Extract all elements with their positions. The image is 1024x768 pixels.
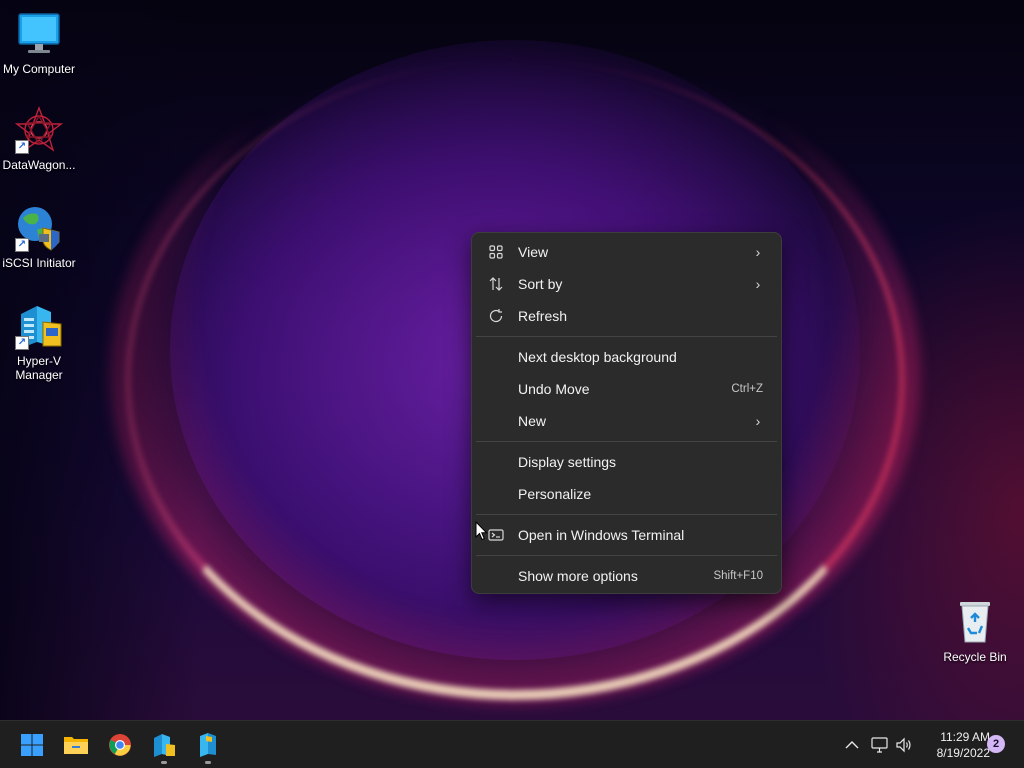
clock-time: 11:29 AM [940, 730, 990, 744]
taskbar-file-explorer[interactable] [56, 725, 96, 765]
desktop-icon-label: Hyper-V Manager [15, 354, 63, 382]
taskbar: 11:29 AM 8/19/2022 [0, 720, 1024, 768]
menu-separator [476, 555, 777, 556]
sort-icon [488, 276, 504, 292]
refresh-icon [488, 308, 504, 324]
menu-separator [476, 336, 777, 337]
desktop-icon-label: DataWagon... [2, 158, 76, 172]
taskbar-clock[interactable]: 11:29 AM 8/19/2022 [920, 729, 990, 761]
menu-item-label: View [518, 244, 549, 260]
menu-item-label: Display settings [518, 454, 617, 470]
menu-item-new[interactable]: New › [476, 405, 777, 437]
shortcut-arrow-icon: ↗ [15, 238, 29, 252]
notification-badge[interactable]: 2 [987, 735, 1005, 753]
menu-item-label: Personalize [518, 486, 592, 502]
shortcut-arrow-icon: ↗ [15, 336, 29, 350]
menu-separator [476, 514, 777, 515]
hyperv-icon [200, 733, 216, 757]
menu-item-view[interactable]: View › [476, 236, 777, 268]
desktop-icon-recycle-bin[interactable]: Recycle Bin [936, 598, 1014, 664]
running-indicator [205, 761, 211, 764]
desktop-icon-label: My Computer [2, 62, 76, 76]
start-button[interactable] [12, 725, 52, 765]
menu-item-next-background[interactable]: Next desktop background [476, 341, 777, 373]
windows-logo-icon [21, 734, 43, 756]
desktop-icon-iscsi[interactable]: ↗ iSCSI Initiator [0, 204, 78, 270]
menu-item-label: Next desktop background [518, 349, 677, 365]
menu-item-label: Sort by [518, 276, 563, 292]
menu-item-label: Open in Windows Terminal [518, 527, 685, 543]
menu-item-undo-move[interactable]: Undo Move Ctrl+Z [476, 373, 777, 405]
menu-item-display-settings[interactable]: Display settings [476, 446, 777, 478]
network-icon[interactable] [868, 733, 892, 757]
chevron-up-icon[interactable] [840, 733, 864, 757]
folder-icon [64, 737, 88, 754]
chevron-right-icon: › [755, 413, 761, 429]
datawagon-icon: ↗ [14, 106, 64, 154]
menu-item-label: Refresh [518, 308, 568, 324]
desktop-icon-label: Recycle Bin [943, 650, 1007, 664]
clock-date: 8/19/2022 [936, 746, 990, 760]
terminal-icon [488, 527, 504, 543]
desktop-context-menu: View › Sort by › Refresh Next desktop ba… [471, 232, 782, 594]
menu-item-shortcut: Shift+F10 [713, 570, 763, 582]
menu-item-open-terminal[interactable]: Open in Windows Terminal [476, 519, 777, 551]
menu-item-label: Undo Move [518, 381, 590, 397]
chevron-right-icon: › [755, 276, 761, 292]
desktop-icon-my-computer[interactable]: My Computer [0, 10, 78, 76]
hyperv-icon [154, 734, 175, 757]
chevron-right-icon: › [755, 244, 761, 260]
monitor-icon [15, 10, 63, 58]
iscsi-globe-icon: ↗ [15, 204, 63, 252]
chrome-icon [109, 734, 131, 756]
taskbar-chrome[interactable] [100, 725, 140, 765]
menu-separator [476, 441, 777, 442]
recycle-bin-icon [951, 598, 999, 646]
menu-item-sort-by[interactable]: Sort by › [476, 268, 777, 300]
running-indicator [161, 761, 167, 764]
desktop-icon-datawagon[interactable]: ↗ DataWagon... [0, 106, 78, 172]
menu-item-shortcut: Ctrl+Z [731, 383, 763, 395]
shortcut-arrow-icon: ↗ [15, 140, 29, 154]
menu-item-label: New [518, 413, 547, 429]
menu-item-personalize[interactable]: Personalize [476, 478, 777, 510]
grid-icon [488, 244, 504, 260]
desktop-icon-hyperv[interactable]: ↗ Hyper-V Manager [0, 302, 78, 382]
desktop-icon-label: iSCSI Initiator [2, 256, 76, 270]
menu-item-label: Show more options [518, 568, 638, 584]
mouse-cursor-icon [475, 521, 488, 541]
hyperv-icon: ↗ [15, 302, 63, 350]
taskbar-hyperv-manager[interactable] [144, 725, 184, 765]
volume-icon[interactable] [892, 733, 916, 757]
menu-item-refresh[interactable]: Refresh [476, 300, 777, 332]
menu-item-show-more-options[interactable]: Show more options Shift+F10 [476, 560, 777, 592]
taskbar-hyperv-manager-2[interactable] [188, 725, 228, 765]
